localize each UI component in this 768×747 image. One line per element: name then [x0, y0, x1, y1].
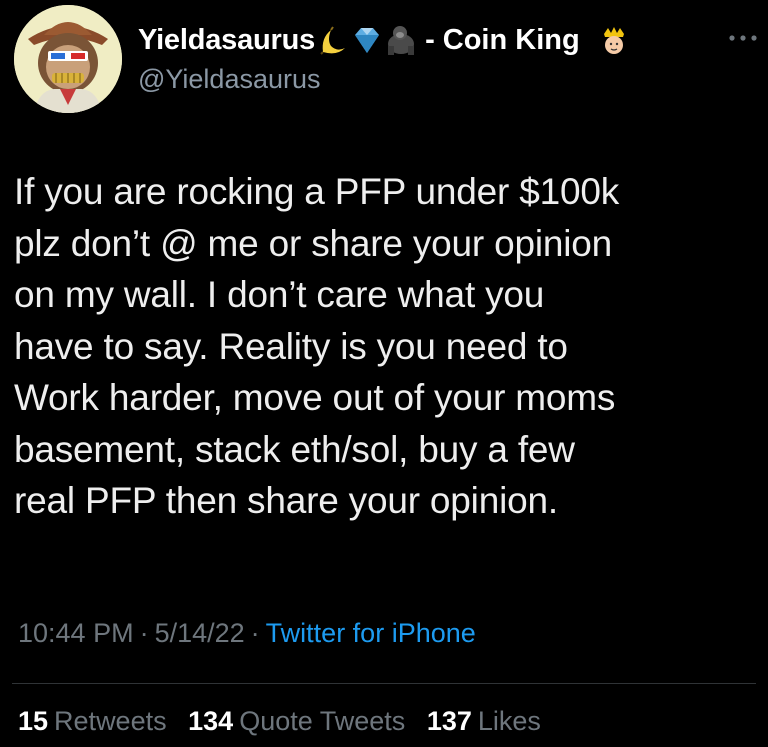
tweet-stats: 15 Retweets 134 Quote Tweets 137 Likes: [18, 706, 555, 737]
tweet-text: If you are rocking a PFP under $100k plz…: [14, 171, 620, 521]
display-name[interactable]: Yieldasaurus: [138, 24, 315, 57]
tweet-card: Yieldasaurus - Coin King @Yieldasaurus I…: [0, 0, 768, 747]
quote-tweets-label: Quote Tweets: [239, 706, 406, 736]
tweet-source-link[interactable]: Twitter for iPhone: [266, 618, 476, 648]
author-name-row[interactable]: Yieldasaurus - Coin King: [138, 20, 630, 60]
likes-label: Likes: [477, 706, 541, 736]
diamond-icon: [351, 24, 383, 56]
retweets-label: Retweets: [54, 706, 167, 736]
banana-icon: [317, 24, 349, 56]
quote-tweets-stat[interactable]: 134 Quote Tweets: [188, 706, 405, 737]
meta-separator: ·: [250, 618, 260, 648]
crown-icon: [598, 24, 630, 56]
author-handle[interactable]: @Yieldasaurus: [138, 64, 321, 95]
tweet-time[interactable]: 10:44 PM: [18, 618, 134, 648]
name-suffix: - Coin King: [425, 23, 580, 56]
meta-separator: ·: [139, 618, 149, 648]
likes-stat[interactable]: 137 Likes: [427, 706, 541, 737]
tweet-meta: 10:44 PM · 5/14/22 · Twitter for iPhone: [18, 618, 476, 649]
retweets-stat[interactable]: 15 Retweets: [18, 706, 167, 737]
divider: [12, 683, 756, 684]
gorilla-icon: [385, 24, 417, 56]
retweets-count: 15: [18, 706, 49, 736]
more-options-icon[interactable]: [726, 30, 760, 46]
ape-avatar-icon: [14, 5, 122, 113]
likes-count: 137: [426, 706, 472, 736]
quote-tweets-count: 134: [188, 706, 234, 736]
avatar[interactable]: [14, 5, 122, 113]
tweet-date[interactable]: 5/14/22: [155, 618, 245, 648]
